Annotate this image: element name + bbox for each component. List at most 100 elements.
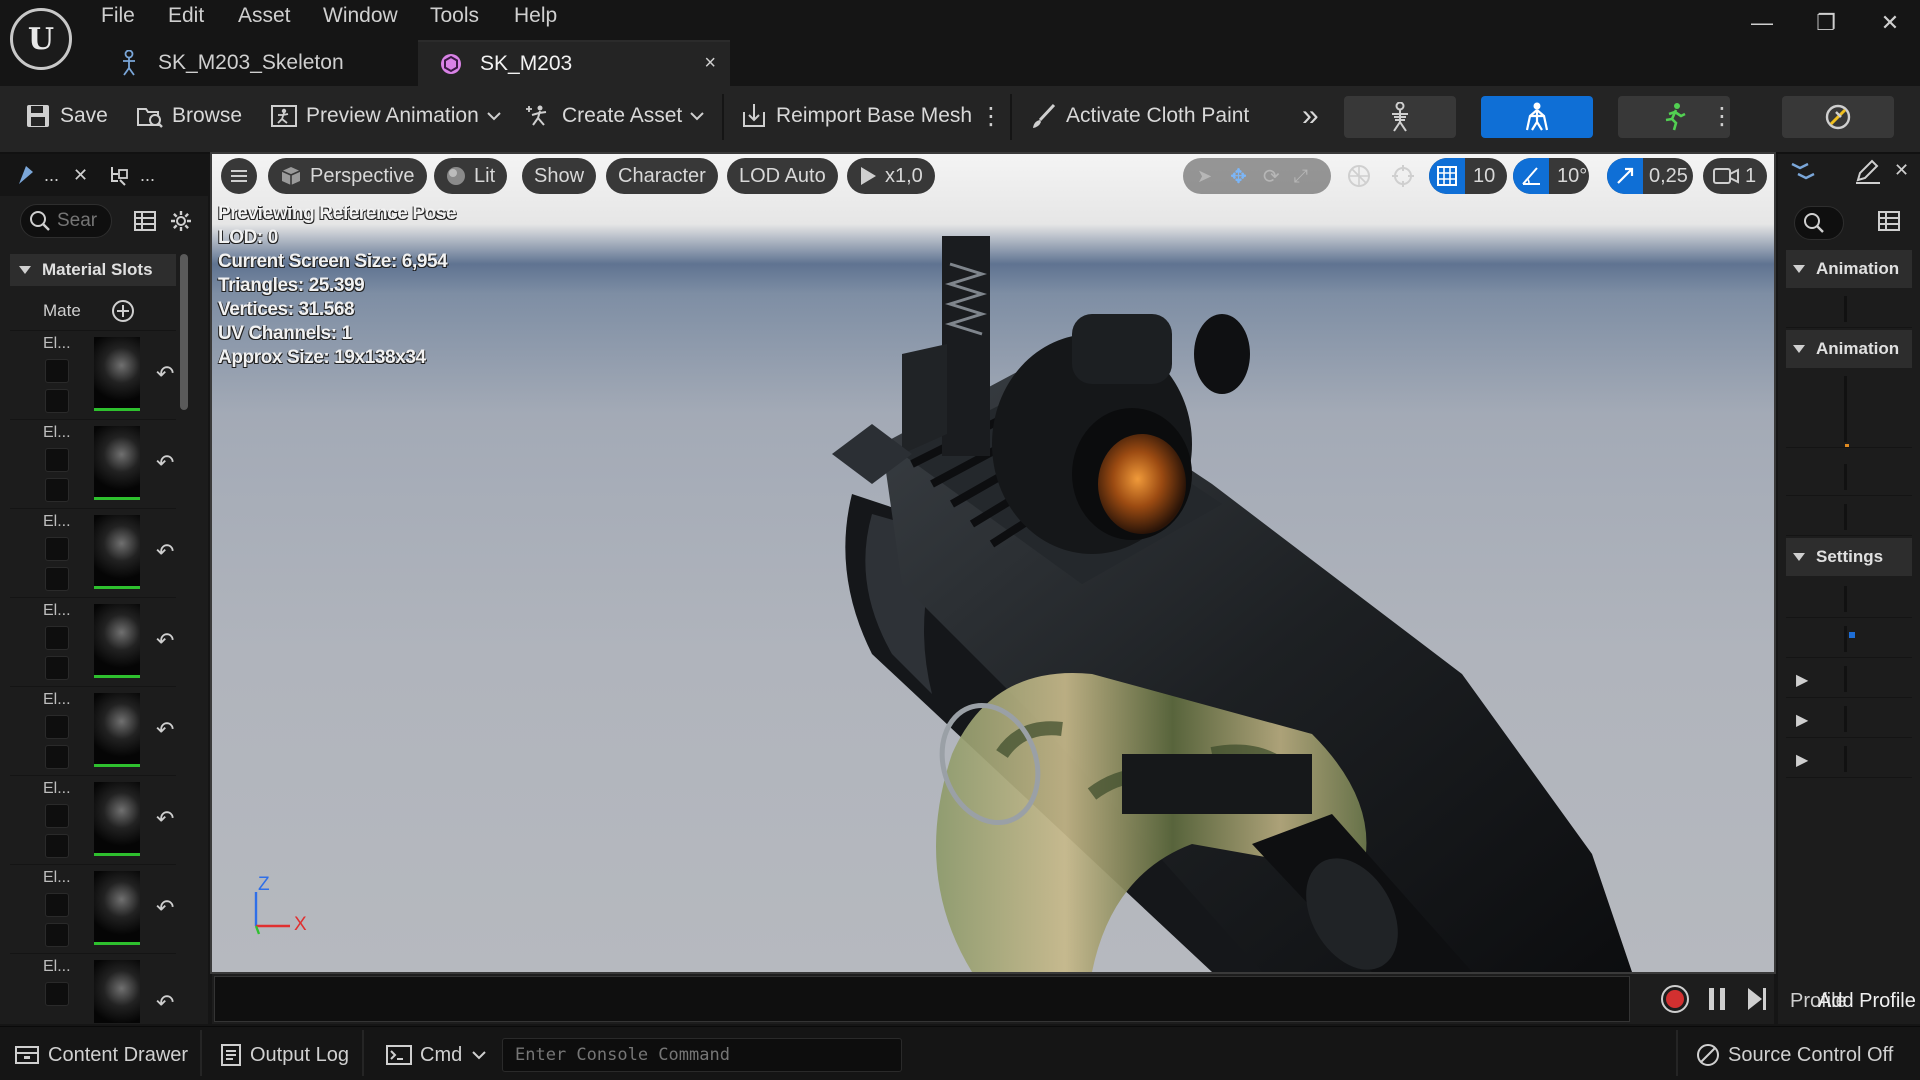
menu-asset[interactable]: Asset [238, 4, 291, 30]
animation-section-header[interactable]: Animation [1786, 330, 1912, 368]
left-search-box[interactable] [20, 204, 112, 238]
checkbox[interactable] [45, 389, 69, 413]
expandable-row[interactable]: ▶ [1786, 660, 1912, 698]
search-input[interactable] [57, 210, 107, 232]
toolbar-overflow-icon[interactable]: » [1302, 96, 1319, 136]
grid-snap-group[interactable]: 10 [1429, 158, 1507, 194]
material-thumbnail[interactable] [94, 960, 140, 1023]
property-row[interactable] [1786, 458, 1912, 496]
close-window-button[interactable]: ✕ [1870, 10, 1910, 40]
camera-speed-button[interactable]: 1 [1703, 158, 1767, 194]
material-thumbnail[interactable] [94, 871, 140, 945]
perspective-button[interactable]: Perspective [268, 158, 427, 194]
checkbox[interactable] [45, 804, 69, 828]
checkbox[interactable] [45, 448, 69, 472]
cmd-dropdown[interactable]: Cmd [386, 1038, 486, 1072]
material-thumbnail[interactable] [94, 604, 140, 678]
lit-view-mode-button[interactable]: Lit [434, 158, 508, 194]
reset-arrow-icon[interactable]: ↶ [156, 450, 174, 476]
left-panel-scrollbar[interactable] [180, 254, 188, 410]
expandable-row[interactable]: ▶ [1786, 700, 1912, 738]
output-log-button[interactable]: Output Log [220, 1038, 349, 1072]
rotation-snap-group[interactable]: 10° [1513, 158, 1589, 194]
unreal-logo-icon[interactable]: U [10, 8, 72, 70]
console-command-input[interactable] [502, 1038, 902, 1072]
color-swatch[interactable] [1849, 632, 1855, 638]
close-panel-icon[interactable]: ✕ [1894, 160, 1909, 181]
add-material-icon[interactable] [111, 299, 135, 323]
material-thumbnail[interactable] [94, 337, 140, 411]
select-arrow-icon[interactable]: ➤ [1197, 166, 1212, 187]
reset-arrow-icon[interactable]: ↶ [156, 990, 174, 1016]
reset-arrow-icon[interactable]: ↶ [156, 806, 174, 832]
platform-settings-button[interactable] [1782, 96, 1894, 138]
checkbox[interactable] [45, 715, 69, 739]
table-view-icon[interactable] [1878, 210, 1900, 232]
gear-icon[interactable] [170, 210, 192, 232]
checkbox[interactable] [45, 923, 69, 947]
surface-snap-toggle[interactable] [1385, 158, 1421, 194]
expandable-row[interactable]: ▶ [1786, 740, 1912, 778]
reset-arrow-icon[interactable]: ↶ [156, 539, 174, 565]
checkbox[interactable] [45, 982, 69, 1006]
mesh-mode-button[interactable] [1481, 96, 1593, 138]
character-menu-button[interactable]: Character [606, 158, 718, 194]
minimize-button[interactable]: — [1742, 10, 1782, 40]
local-world-toggle[interactable] [1341, 158, 1377, 194]
right-search-box[interactable] [1794, 206, 1844, 240]
menu-file[interactable]: File [101, 4, 135, 30]
reset-arrow-icon[interactable]: ↶ [156, 895, 174, 921]
animation-section-header[interactable]: Animation [1786, 250, 1912, 288]
preview-scene-tab-icon[interactable] [1790, 160, 1818, 184]
checkbox[interactable] [45, 537, 69, 561]
material-thumbnail[interactable] [94, 426, 140, 500]
reimport-options-kebab-icon[interactable]: ⋮ [979, 100, 1003, 134]
left-tab-asset-details[interactable]: ... ✕ [16, 158, 88, 192]
menu-window[interactable]: Window [323, 4, 398, 30]
record-button[interactable] [1660, 984, 1690, 1014]
lod-auto-button[interactable]: LOD Auto [727, 158, 838, 194]
property-row[interactable] [1786, 290, 1912, 328]
source-control-button[interactable]: Source Control Off [1696, 1038, 1893, 1072]
show-flags-button[interactable]: Show [522, 158, 597, 194]
close-tab-icon[interactable]: × [704, 52, 716, 75]
checkbox[interactable] [45, 626, 69, 650]
step-forward-button[interactable] [1746, 986, 1768, 1012]
checkbox[interactable] [45, 478, 69, 502]
checkbox[interactable] [45, 745, 69, 769]
restore-button[interactable]: ❐ [1806, 10, 1846, 40]
settings-section-header[interactable]: Settings [1786, 538, 1912, 576]
menu-edit[interactable]: Edit [168, 4, 204, 30]
viewport-options-button[interactable] [221, 158, 257, 194]
material-slots-section-header[interactable]: Material Slots [10, 254, 176, 286]
playback-speed-button[interactable]: x1,0 [847, 158, 935, 194]
checkbox[interactable] [45, 359, 69, 383]
property-row[interactable] [1786, 498, 1912, 536]
checkbox[interactable] [45, 834, 69, 858]
checkbox[interactable] [45, 893, 69, 917]
pause-button[interactable] [1706, 986, 1728, 1012]
reset-arrow-icon[interactable]: ↶ [156, 628, 174, 654]
scale-snap-group[interactable]: 0,25 [1607, 158, 1693, 194]
left-tab-skeleton-tree[interactable]: ... [108, 158, 155, 192]
save-button[interactable]: Save [24, 96, 108, 136]
mode-options-kebab-icon[interactable]: ⋮ [1710, 100, 1734, 134]
reimport-base-mesh-button[interactable]: Reimport Base Mesh [740, 96, 972, 136]
close-tab-icon[interactable]: ✕ [73, 165, 88, 186]
material-thumbnail[interactable] [94, 782, 140, 856]
checkbox[interactable] [45, 567, 69, 591]
property-row[interactable] [1786, 620, 1912, 658]
material-thumbnail[interactable] [94, 515, 140, 589]
add-profile-button[interactable]: Add Profile [1818, 990, 1916, 1016]
preview-animation-dropdown[interactable]: Preview Animation [270, 96, 501, 136]
scale-icon[interactable]: ⤢ [1294, 166, 1308, 187]
table-view-icon[interactable] [134, 210, 156, 232]
reset-arrow-icon[interactable]: ↶ [156, 361, 174, 387]
menu-tools[interactable]: Tools [430, 4, 479, 30]
edit-pencil-tab-icon[interactable] [1854, 158, 1882, 184]
property-row[interactable] [1786, 370, 1912, 448]
property-row[interactable] [1786, 580, 1912, 618]
activate-cloth-paint-button[interactable]: Activate Cloth Paint [1030, 96, 1249, 136]
animation-timeline[interactable] [214, 976, 1630, 1022]
translate-icon[interactable]: ✥ [1230, 164, 1247, 189]
